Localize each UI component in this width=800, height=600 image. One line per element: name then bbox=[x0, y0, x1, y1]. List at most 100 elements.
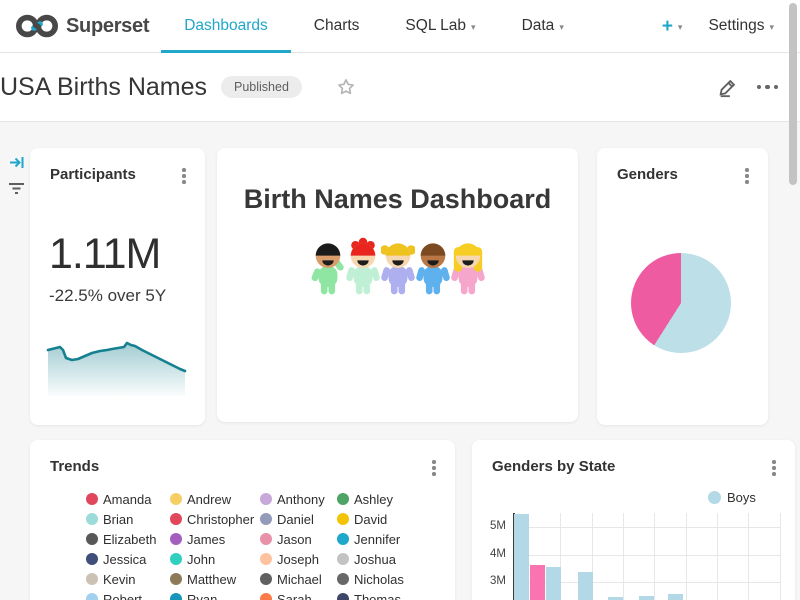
legend-item[interactable]: Robert bbox=[86, 592, 170, 600]
markdown-heading: Birth Names Dashboard bbox=[217, 184, 578, 215]
edit-pencil-icon[interactable] bbox=[717, 76, 739, 98]
legend-label: Kevin bbox=[103, 572, 136, 587]
legend-item[interactable]: Ryan bbox=[170, 592, 260, 600]
plus-icon: + bbox=[662, 17, 673, 36]
legend-dot bbox=[260, 573, 272, 585]
legend-item[interactable]: Jessica bbox=[86, 552, 170, 567]
nav-tab-label: SQL Lab bbox=[405, 17, 466, 35]
new-item-button[interactable]: + ▾ bbox=[662, 17, 683, 36]
legend-dot bbox=[170, 513, 182, 525]
legend-item[interactable]: Jennifer bbox=[337, 532, 417, 547]
legend-label: Daniel bbox=[277, 512, 314, 527]
v-gridline bbox=[623, 513, 624, 600]
legend-item[interactable]: Daniel bbox=[260, 512, 337, 527]
legend-item[interactable]: Amanda bbox=[86, 492, 170, 507]
participants-trendline-chart bbox=[45, 338, 190, 403]
legend-dot bbox=[170, 593, 182, 600]
chevron-down-icon: ▾ bbox=[471, 22, 476, 33]
legend-label: Amanda bbox=[103, 492, 151, 507]
legend-dot bbox=[708, 491, 721, 504]
genders-pie-chart bbox=[631, 253, 731, 353]
child-figure bbox=[381, 236, 415, 298]
superset-dashboard-screen: Superset Dashboards Charts SQL Lab ▾ Dat… bbox=[0, 0, 800, 600]
legend-item[interactable]: Matthew bbox=[170, 572, 260, 587]
legend-dot bbox=[170, 553, 182, 565]
superset-logo-icon[interactable] bbox=[16, 12, 58, 40]
legend-item[interactable]: Christopher bbox=[170, 512, 260, 527]
more-actions-icon[interactable] bbox=[757, 85, 779, 90]
legend-item[interactable]: David bbox=[337, 512, 417, 527]
legend-dot bbox=[86, 573, 98, 585]
legend-item[interactable]: Ashley bbox=[337, 492, 417, 507]
participants-card: Participants 1.11M -22.5% over 5Y bbox=[30, 148, 205, 425]
legend-item[interactable]: Anthony bbox=[260, 492, 337, 507]
markdown-card: Birth Names Dashboard bbox=[217, 148, 578, 422]
settings-label: Settings bbox=[708, 17, 764, 35]
legend-dot bbox=[337, 513, 349, 525]
expand-filter-bar-icon[interactable] bbox=[9, 155, 25, 170]
nav-tab-dashboards[interactable]: Dashboards bbox=[161, 0, 291, 52]
nav-tab-data[interactable]: Data ▾ bbox=[499, 0, 587, 52]
title-actions bbox=[717, 76, 779, 98]
favorite-star-icon[interactable] bbox=[336, 77, 356, 97]
legend-label: Jason bbox=[277, 532, 312, 547]
legend-label: Jessica bbox=[103, 552, 146, 567]
kebab-menu-icon[interactable] bbox=[738, 164, 756, 188]
legend-item[interactable]: Sarah bbox=[260, 592, 337, 600]
legend-item[interactable]: Brian bbox=[86, 512, 170, 527]
nav-tab-sql-lab[interactable]: SQL Lab ▾ bbox=[382, 0, 498, 52]
legend-dot bbox=[337, 593, 349, 600]
legend-label: Brian bbox=[103, 512, 133, 527]
filter-list-icon[interactable] bbox=[8, 182, 25, 195]
main-nav: Dashboards Charts SQL Lab ▾ Data ▾ bbox=[161, 0, 587, 52]
legend-item[interactable]: Jason bbox=[260, 532, 337, 547]
legend-item[interactable]: Kevin bbox=[86, 572, 170, 587]
bar-boys bbox=[514, 514, 529, 600]
big-number-value: 1.11M bbox=[49, 230, 160, 279]
legend-item[interactable]: Thomas bbox=[337, 592, 417, 600]
kebab-menu-icon[interactable] bbox=[425, 456, 443, 480]
settings-menu[interactable]: Settings ▾ bbox=[708, 17, 774, 35]
legend-item[interactable]: Michael bbox=[260, 572, 337, 587]
nav-tab-label: Data bbox=[522, 17, 555, 35]
legend-dot bbox=[337, 533, 349, 545]
kebab-menu-icon[interactable] bbox=[765, 456, 783, 480]
kebab-menu-icon[interactable] bbox=[175, 164, 193, 188]
legend-label: Boys bbox=[727, 490, 756, 505]
legend-item[interactable]: Andrew bbox=[170, 492, 260, 507]
legend-item[interactable]: James bbox=[170, 532, 260, 547]
legend-dot bbox=[86, 493, 98, 505]
chevron-down-icon: ▾ bbox=[769, 22, 774, 33]
legend-dot bbox=[86, 553, 98, 565]
vertical-scrollbar-thumb[interactable] bbox=[789, 3, 797, 185]
bar-girls bbox=[530, 565, 545, 600]
legend-item[interactable]: John bbox=[170, 552, 260, 567]
legend-dot bbox=[170, 533, 182, 545]
genders-by-state-card: Genders by State Boys 5M4M3M bbox=[472, 440, 795, 600]
v-gridline bbox=[654, 513, 655, 600]
genders-by-state-bar-chart: 5M4M3M bbox=[472, 513, 795, 600]
legend-label: Jennifer bbox=[354, 532, 400, 547]
legend-dot bbox=[260, 593, 272, 600]
brand-name[interactable]: Superset bbox=[66, 15, 149, 38]
legend-item[interactable]: Nicholas bbox=[337, 572, 417, 587]
legend-item[interactable]: Elizabeth bbox=[86, 532, 170, 547]
legend-label: Sarah bbox=[277, 592, 312, 600]
legend-item-boys[interactable]: Boys bbox=[708, 490, 756, 505]
nav-tab-charts[interactable]: Charts bbox=[291, 0, 383, 52]
nav-tab-label: Dashboards bbox=[184, 17, 268, 35]
card-title: Trends bbox=[50, 458, 99, 475]
bar-boys bbox=[546, 567, 561, 600]
v-gridline bbox=[780, 513, 781, 600]
chevron-down-icon: ▾ bbox=[559, 22, 564, 33]
card-title: Participants bbox=[50, 166, 136, 183]
legend-label: Nicholas bbox=[354, 572, 404, 587]
legend-dot bbox=[260, 513, 272, 525]
page-title: USA Births Names bbox=[0, 73, 207, 102]
legend-item[interactable]: Joshua bbox=[337, 552, 417, 567]
legend-item[interactable]: Joseph bbox=[260, 552, 337, 567]
v-gridline bbox=[686, 513, 687, 600]
y-axis-label: 5M bbox=[472, 520, 506, 532]
legend-label: Ashley bbox=[354, 492, 393, 507]
legend-label: Matthew bbox=[187, 572, 236, 587]
